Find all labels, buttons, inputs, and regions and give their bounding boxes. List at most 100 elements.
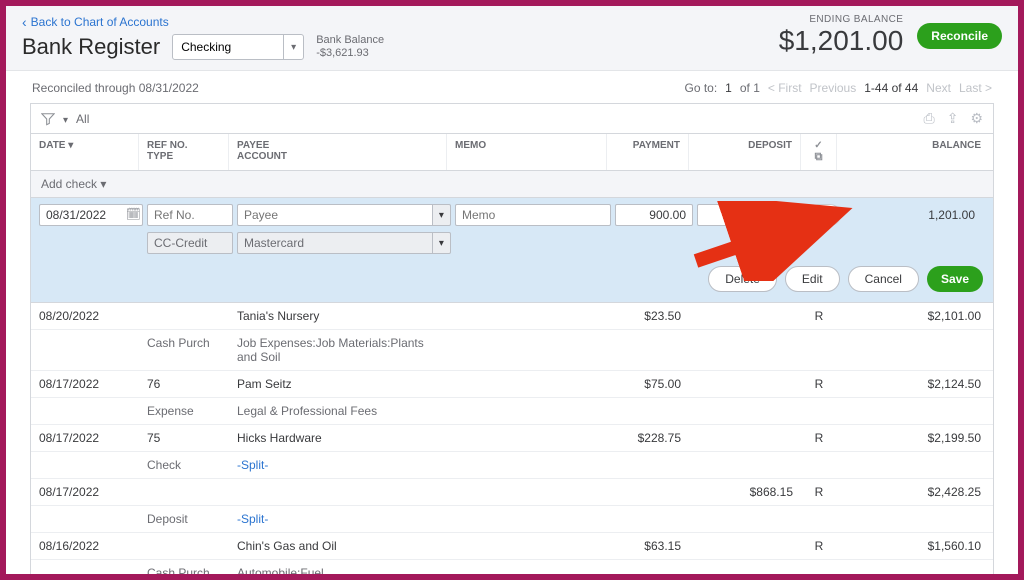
table-cell-date[interactable]: 08/17/2022 — [31, 479, 139, 506]
table-cell-ref: 76 — [139, 371, 229, 398]
table-cell-memo — [447, 479, 607, 506]
table-cell-payee: Chin's Gas and Oil — [229, 533, 447, 560]
copy-icon[interactable]: ⧉ — [815, 151, 823, 163]
table-cell-balance: $2,124.50 — [837, 371, 993, 398]
table-cell-deposit — [689, 533, 801, 560]
table-cell-account: Legal & Professional Fees — [229, 398, 447, 425]
table-cell-type: Cash Purch — [139, 560, 229, 580]
table-cell-rec: R — [801, 479, 837, 506]
table-cell-balance: $2,101.00 — [837, 303, 993, 330]
table-cell-type: Expense — [139, 398, 229, 425]
table-cell-balance: $2,428.25 — [837, 479, 993, 506]
table-cell-payee: Tania's Nursery — [229, 303, 447, 330]
filter-icon[interactable] — [41, 112, 55, 126]
export-icon[interactable]: ⇪ — [947, 110, 959, 127]
chevron-down-icon[interactable] — [433, 204, 451, 226]
ending-balance-label: ENDING BALANCE — [779, 14, 904, 25]
chevron-down-icon[interactable] — [433, 232, 451, 254]
table-cell-ref — [139, 479, 229, 506]
page-current[interactable]: 1 — [725, 81, 732, 95]
first-link[interactable]: < First — [768, 81, 802, 95]
table-cell-payment: $228.75 — [607, 425, 689, 452]
reconcile-button[interactable]: Reconcile — [917, 23, 1002, 49]
page-range: 1-44 of 44 — [864, 81, 918, 95]
checkmark-icon: ✓ — [814, 140, 822, 151]
table-cell-type: Cash Purch — [139, 330, 229, 371]
table-cell-account: Automobile:Fuel — [229, 560, 447, 580]
col-payee: PAYEE — [237, 140, 438, 151]
settings-icon[interactable]: ⚙ — [970, 110, 983, 127]
save-button[interactable]: Save — [927, 266, 983, 292]
table-cell-balance: $1,560.10 — [837, 533, 993, 560]
table-cell-payment: $75.00 — [607, 371, 689, 398]
table-cell-deposit — [689, 425, 801, 452]
reconcile-status-pill[interactable]: R — [809, 204, 841, 226]
ending-balance-value: $1,201.00 — [779, 25, 904, 57]
col-deposit: DEPOSIT — [689, 134, 801, 170]
back-link[interactable]: Back to Chart of Accounts — [22, 14, 384, 30]
deposit-input[interactable] — [697, 204, 805, 226]
print-icon[interactable]: ⎙ — [924, 110, 935, 127]
col-payment: PAYMENT — [607, 134, 689, 170]
table-cell-payee: Hicks Hardware — [229, 425, 447, 452]
table-cell-payment — [607, 479, 689, 506]
col-date[interactable]: DATE — [39, 140, 65, 151]
table-cell-date[interactable]: 08/16/2022 — [31, 533, 139, 560]
table-cell-memo — [447, 303, 607, 330]
table-cell-rec: R — [801, 303, 837, 330]
table-cell-deposit: $868.15 — [689, 479, 801, 506]
account-input[interactable] — [237, 232, 433, 254]
filter-all-label[interactable]: All — [76, 112, 89, 126]
col-ref: REF NO. — [147, 140, 220, 151]
payee-input[interactable] — [237, 204, 433, 226]
table-cell-memo — [447, 371, 607, 398]
table-cell-type: Check — [139, 452, 229, 479]
add-check-button[interactable]: Add check ▾ — [31, 171, 993, 198]
col-type: TYPE — [147, 151, 220, 162]
next-link[interactable]: Next — [926, 81, 951, 95]
type-input[interactable] — [147, 232, 233, 254]
chevron-down-icon[interactable] — [63, 112, 68, 126]
table-cell-payment: $63.15 — [607, 533, 689, 560]
table-cell-date[interactable]: 08/17/2022 — [31, 425, 139, 452]
edit-button[interactable]: Edit — [785, 266, 840, 292]
prev-link[interactable]: Previous — [810, 81, 857, 95]
cancel-button[interactable]: Cancel — [848, 266, 919, 292]
edit-transaction-row: 🗓 R 1,201.00 — [31, 198, 993, 303]
table-cell-deposit — [689, 371, 801, 398]
page-title: Bank Register — [22, 34, 160, 60]
table-cell-ref — [139, 303, 229, 330]
table-cell-balance: $2,199.50 — [837, 425, 993, 452]
table-cell-deposit — [689, 303, 801, 330]
table-cell-date[interactable]: 08/17/2022 — [31, 371, 139, 398]
calendar-icon[interactable]: 🗓 — [126, 207, 141, 221]
table-cell-account[interactable]: -Split- — [229, 506, 447, 533]
table-cell-payee — [229, 479, 447, 506]
table-cell-ref: 75 — [139, 425, 229, 452]
memo-input[interactable] — [455, 204, 611, 226]
account-select[interactable] — [172, 34, 304, 60]
table-cell-payee: Pam Seitz — [229, 371, 447, 398]
col-memo: MEMO — [447, 134, 607, 170]
sort-icon[interactable] — [68, 140, 73, 151]
table-cell-account[interactable]: -Split- — [229, 452, 447, 479]
ref-input[interactable] — [147, 204, 233, 226]
reconciled-through-text: Reconciled through 08/31/2022 — [32, 81, 199, 95]
table-cell-date[interactable]: 08/20/2022 — [31, 303, 139, 330]
table-cell-payment: $23.50 — [607, 303, 689, 330]
payment-input[interactable] — [615, 204, 693, 226]
delete-button[interactable]: Delete — [708, 266, 777, 292]
last-link[interactable]: Last > — [959, 81, 992, 95]
bank-balance-label: Bank Balance — [316, 34, 384, 47]
col-balance: BALANCE — [837, 134, 993, 170]
account-select-value[interactable] — [173, 35, 283, 59]
chevron-down-icon[interactable] — [283, 35, 303, 59]
goto-label: Go to: — [684, 81, 717, 95]
table-cell-type: Deposit — [139, 506, 229, 533]
col-account: ACCOUNT — [237, 151, 438, 162]
chevron-left-icon — [22, 14, 27, 30]
table-cell-memo — [447, 533, 607, 560]
back-label: Back to Chart of Accounts — [31, 15, 169, 29]
table-cell-ref — [139, 533, 229, 560]
table-cell-rec: R — [801, 371, 837, 398]
